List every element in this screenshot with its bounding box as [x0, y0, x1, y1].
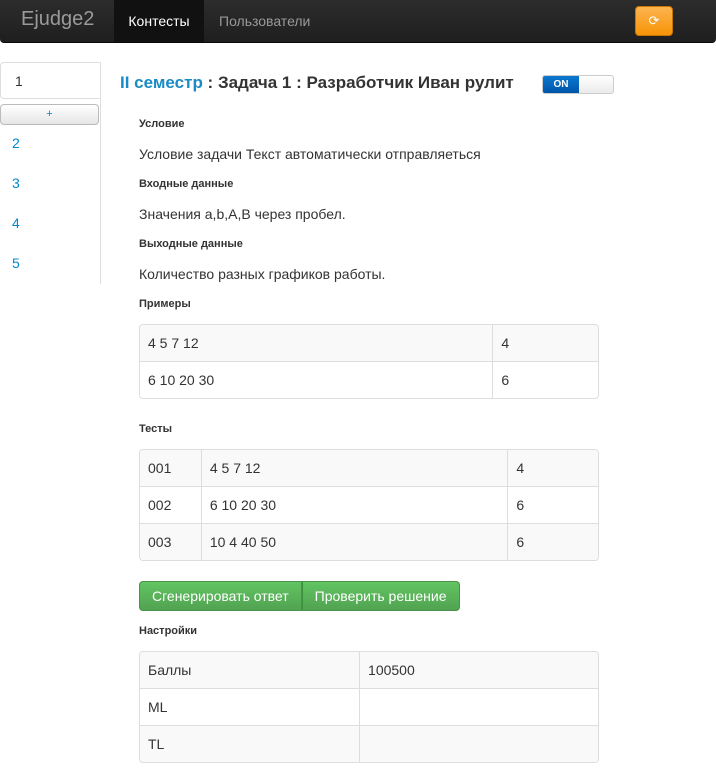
top-navbar: Ejudge2 Контесты Пользователи ⟳ [0, 0, 716, 43]
problem-heading: II семестр : Задача 1 : Разработчик Иван… [120, 73, 514, 93]
setting-name-cell: ML [140, 688, 360, 725]
test-output-cell: 6 [507, 523, 598, 560]
table-row: ML [140, 688, 598, 725]
setting-name-cell: TL [140, 725, 360, 762]
setting-value-cell[interactable] [359, 725, 598, 762]
test-input-cell: 6 10 20 30 [200, 486, 508, 523]
condition-label: Условие [139, 118, 185, 130]
task-number: Задача 1 [217, 73, 292, 92]
brand-logo[interactable]: Ejudge2 [21, 8, 94, 31]
test-id-cell: 003 [140, 523, 201, 560]
settings-table: Баллы 100500 ML TL [139, 651, 599, 763]
settings-label: Настройки [139, 625, 198, 637]
examples-label: Примеры [139, 298, 191, 310]
example-input-cell: 4 5 7 12 [140, 325, 493, 361]
setting-name-cell: Баллы [140, 652, 360, 688]
table-row: 001 4 5 7 12 4 [140, 450, 598, 486]
input-label: Входные данные [139, 178, 234, 190]
heading-separator: : [202, 73, 218, 92]
check-solution-button[interactable]: Проверить решение [301, 581, 460, 611]
setting-value-cell[interactable] [359, 688, 598, 725]
generate-answer-button[interactable]: Сгенерировать ответ [139, 581, 302, 611]
sidebar-item-4[interactable]: 4 [12, 215, 20, 231]
tests-label: Тесты [139, 423, 173, 435]
example-input-cell: 6 10 20 30 [140, 361, 493, 398]
sidebar-item-5[interactable]: 5 [12, 255, 20, 271]
example-output-cell: 4 [492, 325, 598, 361]
examples-table: 4 5 7 12 4 6 10 20 30 6 [139, 324, 599, 399]
problem-sidebar: 1 + 2 3 4 5 [0, 62, 101, 284]
visibility-toggle[interactable]: ON [542, 75, 614, 94]
sidebar-item-1[interactable]: 1 [0, 62, 100, 99]
semester-link[interactable]: II семестр [120, 73, 203, 92]
table-row: 002 6 10 20 30 6 [140, 486, 598, 523]
tests-table: 001 4 5 7 12 4 002 6 10 20 30 6 003 10 4… [139, 449, 599, 561]
table-row: Баллы 100500 [140, 652, 598, 688]
test-output-cell: 6 [507, 486, 598, 523]
test-id-cell: 002 [140, 486, 201, 523]
nav-contests[interactable]: Контесты [114, 0, 204, 42]
action-button-group: Сгенерировать ответ Проверить решение [139, 581, 460, 611]
test-input-cell: 10 4 40 50 [200, 523, 508, 560]
refresh-button[interactable]: ⟳ [635, 6, 673, 36]
output-label: Выходные данные [139, 238, 243, 250]
input-text: Значения a,b,A,B через пробел. [139, 206, 346, 222]
table-row: 4 5 7 12 4 [140, 325, 598, 361]
heading-separator: : [291, 73, 307, 92]
nav-users[interactable]: Пользователи [219, 0, 310, 42]
refresh-icon: ⟳ [648, 13, 660, 28]
example-output-cell: 6 [492, 361, 598, 398]
toggle-on-label: ON [543, 76, 579, 93]
test-input-cell: 4 5 7 12 [200, 450, 508, 486]
problem-title: Разработчик Иван рулит [306, 73, 514, 92]
table-row: TL [140, 725, 598, 762]
output-text: Количество разных графиков работы. [139, 266, 386, 282]
add-problem-button[interactable]: + [0, 104, 99, 125]
test-output-cell: 4 [507, 450, 598, 486]
test-id-cell: 001 [140, 450, 201, 486]
sidebar-item-2[interactable]: 2 [12, 135, 20, 151]
table-row: 003 10 4 40 50 6 [140, 523, 598, 560]
condition-text: Условие задачи Текст автоматически отпра… [139, 146, 481, 162]
table-row: 6 10 20 30 6 [140, 361, 598, 398]
sidebar-item-3[interactable]: 3 [12, 175, 20, 191]
setting-value-cell[interactable]: 100500 [359, 652, 598, 688]
